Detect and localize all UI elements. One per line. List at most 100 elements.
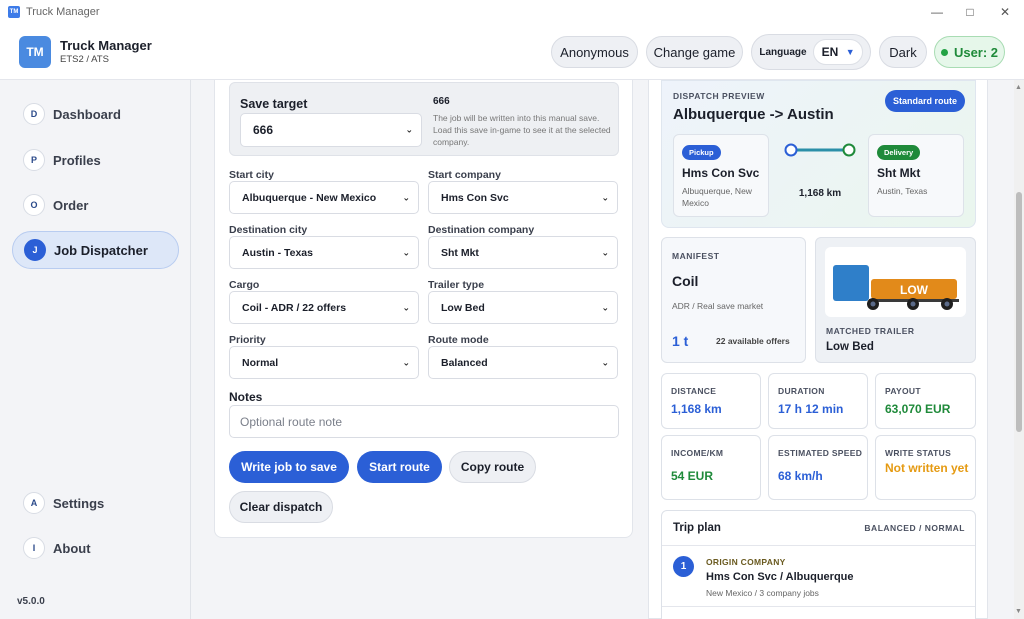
route-line-icon bbox=[784, 143, 856, 157]
cargo-label: Cargo bbox=[229, 279, 260, 291]
start-company-select[interactable]: Hms Con Svc ⌄ bbox=[428, 181, 618, 214]
trailer-image-label: LOW bbox=[900, 283, 929, 297]
dashboard-icon: D bbox=[23, 103, 45, 125]
theme-toggle-button[interactable]: Dark bbox=[879, 36, 927, 68]
chevron-down-icon: ⌄ bbox=[402, 357, 410, 367]
delivery-card: Delivery Sht Mkt Austin, Texas bbox=[868, 134, 964, 217]
scroll-up-icon[interactable]: ▲ bbox=[1015, 84, 1022, 91]
scrollbar-track[interactable]: ▲ ▼ bbox=[1014, 80, 1024, 619]
destination-city-value: Austin - Texas bbox=[242, 246, 313, 259]
window-title-bar: TM Truck Manager — □ ✕ bbox=[0, 0, 1024, 24]
notes-label: Notes bbox=[229, 390, 263, 404]
trip-step-title: Hms Con Svc / Albuquerque bbox=[706, 571, 854, 583]
pickup-company: Hms Con Svc bbox=[682, 166, 760, 180]
window-title: Truck Manager bbox=[26, 6, 100, 18]
chevron-down-icon: ⌄ bbox=[402, 302, 410, 312]
stat-card-payout: PAYOUT 63,070 EUR bbox=[875, 373, 976, 429]
minimize-icon[interactable]: — bbox=[920, 0, 954, 24]
start-route-button[interactable]: Start route bbox=[357, 451, 442, 483]
stat-label: WRITE STATUS bbox=[885, 448, 952, 458]
priority-value: Normal bbox=[242, 356, 279, 369]
notes-input[interactable] bbox=[229, 405, 619, 438]
manifest-offers: 22 available offers bbox=[716, 336, 790, 346]
sidebar-item-dashboard[interactable]: D Dashboard bbox=[12, 95, 179, 133]
trailer-type-value: Low Bed bbox=[441, 301, 485, 314]
delivery-tag: Delivery bbox=[877, 145, 921, 160]
trailer-image: LOW bbox=[825, 247, 966, 317]
cargo-select[interactable]: Coil - ADR / 22 offers ⌄ bbox=[229, 291, 419, 324]
job-dispatcher-icon: J bbox=[24, 239, 46, 261]
clear-dispatch-button[interactable]: Clear dispatch bbox=[229, 491, 333, 523]
delivery-location: Austin, Texas bbox=[877, 186, 928, 196]
stat-card-duration: DURATION 17 h 12 min bbox=[768, 373, 868, 429]
route-mode-select[interactable]: Balanced ⌄ bbox=[428, 346, 618, 379]
start-city-value: Albuquerque - New Mexico bbox=[242, 191, 377, 204]
trip-step-kicker: ORIGIN COMPANY bbox=[706, 557, 786, 567]
stat-label: ESTIMATED SPEED bbox=[778, 448, 863, 458]
app-name: Truck Manager bbox=[60, 38, 152, 53]
save-target-select[interactable]: 666 ⌄ bbox=[240, 113, 422, 147]
destination-city-select[interactable]: Austin - Texas ⌄ bbox=[229, 236, 419, 269]
sidebar-item-job-dispatcher[interactable]: J Job Dispatcher bbox=[12, 231, 179, 269]
stat-card-distance: DISTANCE 1,168 km bbox=[661, 373, 761, 429]
sidebar-item-settings[interactable]: A Settings bbox=[12, 484, 179, 522]
sidebar: D Dashboard P Profiles O Order J Job Dis… bbox=[0, 80, 191, 619]
route-type-badge[interactable]: Standard route bbox=[884, 90, 965, 112]
chevron-down-icon: ▼ bbox=[845, 47, 855, 57]
language-select[interactable]: EN ▼ bbox=[812, 39, 863, 65]
stat-value: 68 km/h bbox=[778, 469, 823, 483]
route-distance: 1,168 km bbox=[798, 188, 842, 199]
trailer-type-select[interactable]: Low Bed ⌄ bbox=[428, 291, 618, 324]
route-title: Albuquerque -> Austin bbox=[673, 106, 834, 123]
sidebar-item-order[interactable]: O Order bbox=[12, 186, 179, 224]
route-mode-label: Route mode bbox=[428, 334, 489, 346]
maximize-icon[interactable]: □ bbox=[953, 0, 987, 24]
save-target-description: The job will be written into this manual… bbox=[433, 113, 611, 147]
sidebar-item-profiles[interactable]: P Profiles bbox=[12, 141, 179, 179]
app-version: v5.0.0 bbox=[17, 596, 45, 607]
anonymous-button[interactable]: Anonymous bbox=[551, 36, 638, 68]
settings-icon: A bbox=[23, 492, 45, 514]
copy-route-button[interactable]: Copy route bbox=[449, 451, 536, 483]
priority-select[interactable]: Normal ⌄ bbox=[229, 346, 419, 379]
user-badge[interactable]: User: 2 bbox=[934, 36, 1005, 68]
sidebar-item-about[interactable]: I About bbox=[12, 529, 179, 567]
write-job-button[interactable]: Write job to save bbox=[229, 451, 349, 483]
dispatch-preview-kicker: DISPATCH PREVIEW bbox=[673, 91, 765, 101]
chevron-down-icon: ⌄ bbox=[601, 192, 609, 202]
manifest-card: MANIFEST Coil ADR / Real save market 1 t… bbox=[661, 237, 806, 363]
sidebar-item-label: Profiles bbox=[53, 152, 101, 168]
start-city-label: Start city bbox=[229, 169, 274, 181]
save-target-box: Save target 666 ⌄ 666 The job will be wr… bbox=[229, 82, 619, 156]
sidebar-item-label: Settings bbox=[53, 495, 105, 511]
dispatch-preview-card: DISPATCH PREVIEW Albuquerque -> Austin S… bbox=[661, 80, 976, 228]
chevron-down-icon: ⌄ bbox=[601, 302, 609, 312]
stat-card-write-status: WRITE STATUS Not written yet bbox=[875, 435, 976, 500]
language-control: Language EN ▼ bbox=[751, 34, 871, 70]
manifest-kicker: MANIFEST bbox=[672, 251, 720, 261]
save-target-title: 666 bbox=[433, 96, 450, 107]
app-icon: TM bbox=[8, 6, 20, 18]
matched-trailer-kicker: MATCHED TRAILER bbox=[826, 326, 915, 336]
scrollbar-thumb[interactable] bbox=[1016, 192, 1022, 432]
chevron-down-icon: ⌄ bbox=[405, 124, 413, 135]
start-company-value: Hms Con Svc bbox=[441, 191, 509, 204]
change-game-button[interactable]: Change game bbox=[646, 36, 743, 68]
close-icon[interactable]: ✕ bbox=[988, 0, 1022, 24]
app-header: TM Truck Manager ETS2 / ATS Anonymous Ch… bbox=[0, 24, 1024, 80]
stat-value: 1,168 km bbox=[671, 402, 722, 416]
stat-value: 17 h 12 min bbox=[778, 402, 844, 416]
sidebar-item-label: Job Dispatcher bbox=[54, 242, 148, 258]
pickup-tag: Pickup bbox=[682, 145, 721, 160]
user-label: User: 2 bbox=[953, 44, 999, 60]
destination-city-label: Destination city bbox=[229, 224, 308, 236]
trip-plan-card: Trip plan BALANCED / NORMAL 1 ORIGIN COM… bbox=[661, 510, 976, 619]
language-label: Language bbox=[759, 46, 807, 58]
start-city-select[interactable]: Albuquerque - New Mexico ⌄ bbox=[229, 181, 419, 214]
scroll-down-icon[interactable]: ▼ bbox=[1015, 608, 1022, 615]
destination-company-select[interactable]: Sht Mkt ⌄ bbox=[428, 236, 618, 269]
chevron-down-icon: ⌄ bbox=[601, 357, 609, 367]
trip-plan-mode: BALANCED / NORMAL bbox=[864, 523, 965, 533]
stat-card-income-per-km: INCOME/KM 54 EUR bbox=[661, 435, 761, 500]
about-icon: I bbox=[23, 537, 45, 559]
